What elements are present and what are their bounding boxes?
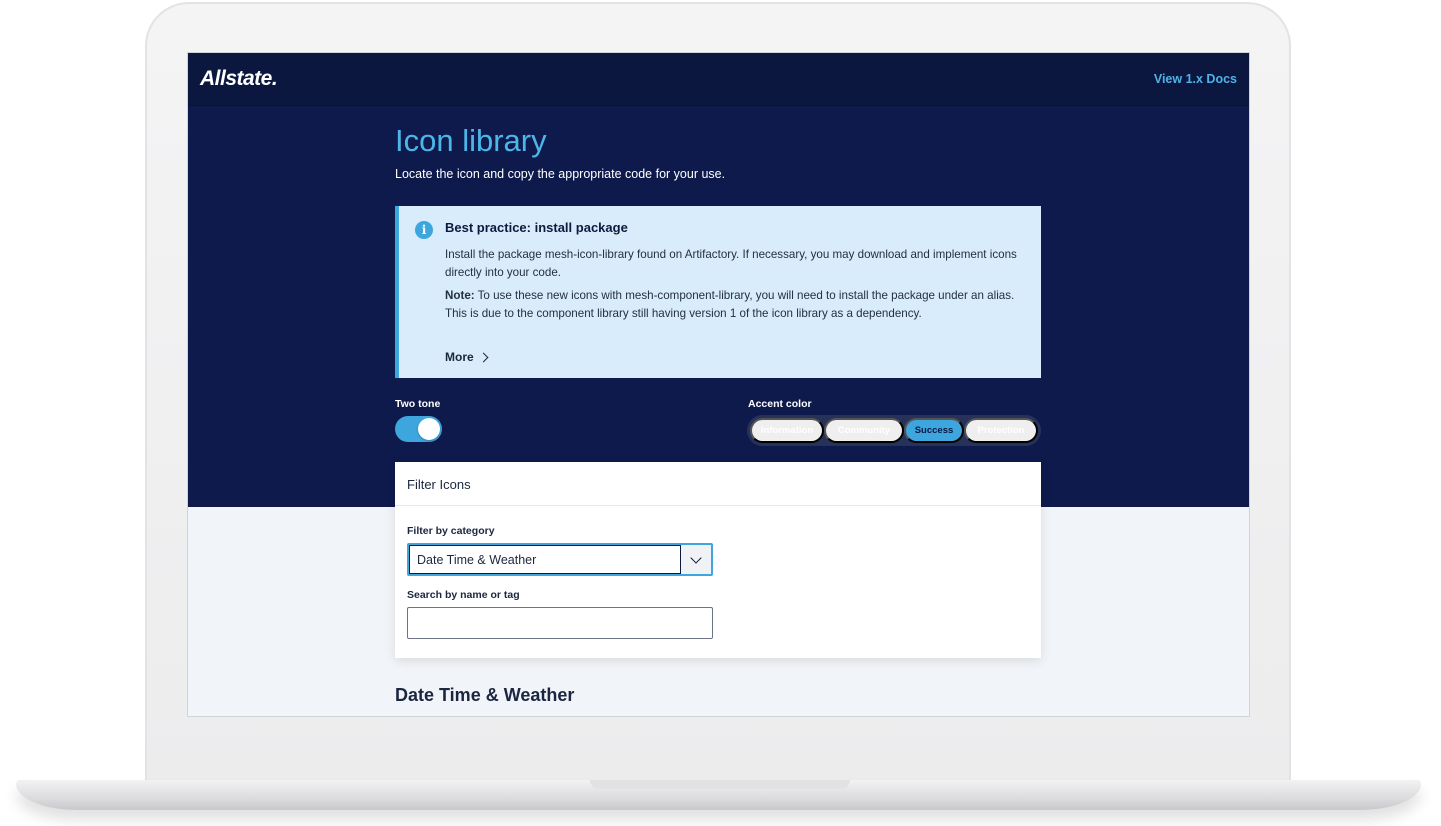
category-label: Filter by category (407, 525, 495, 537)
section-heading: Date Time & Weather (395, 685, 575, 705)
select-dropdown-button[interactable] (680, 545, 711, 574)
best-practice-callout: i Best practice: install package Install… (395, 206, 1041, 378)
accent-color-label: Accent color (748, 398, 812, 410)
category-select[interactable]: Date Time & Weather (407, 543, 713, 576)
filter-icons-card: Filter Icons Filter by category Date Tim… (395, 462, 1041, 658)
accent-option-protection[interactable]: Protection (964, 418, 1038, 443)
note-text: To use these new icons with mesh-compone… (445, 289, 1015, 320)
divider (395, 505, 1041, 506)
search-label: Search by name or tag (407, 589, 520, 601)
filter-card-title: Filter Icons (407, 477, 471, 492)
info-icon: i (415, 221, 433, 239)
category-select-value: Date Time & Weather (417, 553, 537, 567)
allstate-logo[interactable]: Allstate. (200, 67, 278, 91)
more-link-label: More (445, 350, 474, 364)
two-tone-toggle[interactable] (395, 416, 442, 442)
page-subtitle: Locate the icon and copy the appropriate… (395, 167, 726, 181)
page-title: Icon library (395, 123, 547, 158)
laptop-notch (590, 780, 850, 789)
two-tone-label: Two tone (395, 398, 441, 410)
view-docs-link[interactable]: View 1.x Docs (1154, 72, 1237, 86)
accent-color-selector: Information Community Success Protection (747, 415, 1041, 446)
chevron-down-icon (690, 551, 702, 564)
top-navigation-bar: Allstate. View 1.x Docs (188, 53, 1249, 106)
toggle-knob (418, 418, 440, 440)
note-label: Note: (445, 289, 475, 302)
callout-note: Note: To use these new icons with mesh-c… (445, 287, 1021, 322)
callout-title: Best practice: install package (445, 220, 628, 235)
accent-option-information[interactable]: Information (750, 418, 824, 443)
search-input[interactable] (407, 607, 713, 639)
chevron-right-icon (478, 352, 489, 362)
callout-body: Install the package mesh-icon-library fo… (445, 248, 1017, 279)
more-link[interactable]: More (445, 350, 489, 364)
laptop-screen: Allstate. View 1.x Docs Icon library Loc… (187, 52, 1250, 717)
accent-option-community[interactable]: Community (824, 418, 904, 443)
accent-option-success[interactable]: Success (904, 418, 964, 443)
